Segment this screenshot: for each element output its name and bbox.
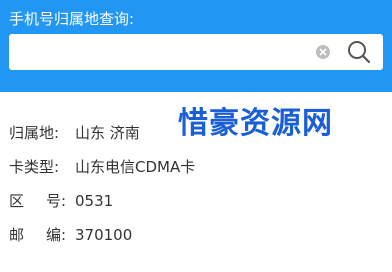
phone-number-input[interactable] [17, 34, 307, 70]
area-code-label: 区区号: [9, 190, 75, 212]
card-type-label: 卡类型: [9, 158, 60, 176]
postcode-value: 370100 [75, 226, 133, 244]
result-row-area-code: 区区号:0531 [9, 190, 113, 212]
query-header: 手机号归属地查询: [0, 0, 392, 92]
postcode-label-colon: : [61, 226, 67, 244]
area-code-label-char-1: 区 [9, 192, 25, 210]
query-label: 手机号归属地查询: [9, 10, 135, 28]
clear-icon [319, 48, 327, 56]
area-code-label-char-2: 号 [46, 192, 62, 210]
postcode-label-char-2: 编 [46, 226, 62, 244]
watermark-text: 惜豪资源网 [178, 106, 333, 141]
search-box[interactable] [9, 34, 383, 70]
area-code-label-colon: : [61, 192, 67, 210]
location-label: 归属地: [9, 124, 60, 142]
result-row-postcode: 邮邮编:370100 [9, 224, 132, 246]
postcode-label-char-1: 邮 [9, 226, 25, 244]
search-button[interactable] [346, 39, 372, 65]
location-value: 山东 济南 [75, 124, 140, 142]
result-row-card-type: 卡类型: 山东电信CDMA卡 [9, 156, 195, 178]
postcode-label: 邮邮编: [9, 224, 75, 246]
card-type-value: 山东电信CDMA卡 [75, 158, 196, 176]
result-row-location: 归属地: 山东 济南 [9, 122, 140, 144]
area-code-value: 0531 [75, 192, 114, 210]
search-icon [348, 41, 371, 64]
clear-button[interactable] [316, 45, 330, 59]
